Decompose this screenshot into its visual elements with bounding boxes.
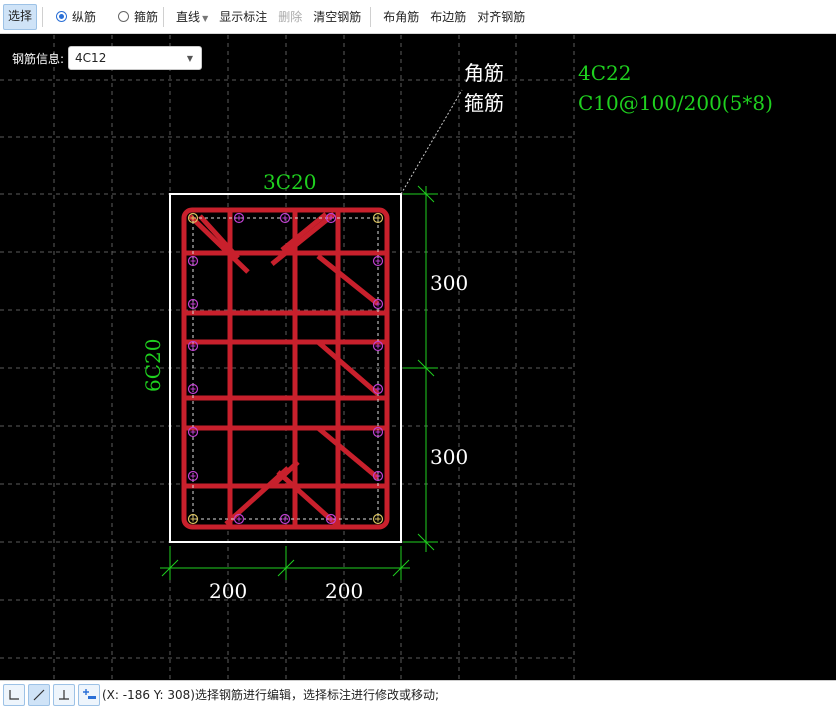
edge-rebar-marker-cross [190, 258, 196, 264]
orthogonal-mode-icon[interactable] [3, 683, 25, 706]
show-dimensions-button[interactable]: 显示标注 [215, 5, 271, 29]
status-bar: (X: -186 Y: 308)选择钢筋进行编辑，选择标注进行修改或移动; [0, 680, 836, 708]
rebar-info: 钢筋信息: 4C12 ▼ [12, 46, 203, 70]
chevron-down-icon: ▼ [202, 13, 209, 23]
line-dropdown[interactable]: 直线 ▼ [172, 5, 212, 29]
legend-corner-label[interactable]: 角筋 [464, 61, 504, 85]
edge-rebar-marker-cross [190, 301, 196, 307]
toolbar-separator [42, 6, 44, 27]
stirrup-radio[interactable]: 箍筋 [118, 5, 158, 29]
legend-stirrup-label[interactable]: 箍筋 [464, 91, 504, 115]
diagonal-line-icon[interactable] [28, 683, 50, 706]
stirrup-hook [280, 212, 328, 252]
line-dropdown-label: 直线 [176, 9, 201, 24]
side-rebar-label[interactable]: 6C20 [141, 339, 165, 392]
legend-stirrup-value[interactable]: C10@100/200(5*8) [578, 91, 773, 115]
corner-rebar-marker-cross [375, 215, 381, 221]
legend-corner-value[interactable]: 4C22 [578, 61, 631, 85]
corner-rebar-button[interactable]: 布角筋 [379, 5, 423, 29]
select-button[interactable]: 选择 [3, 3, 38, 30]
stirrup-group[interactable] [181, 207, 390, 530]
edge-rebar-button[interactable]: 布边筋 [426, 5, 470, 29]
dim-bottom-left[interactable]: 200 [209, 579, 247, 603]
status-text: (X: -186 Y: 308)选择钢筋进行编辑，选择标注进行修改或移动; [102, 688, 440, 702]
radio-unselected-icon [118, 11, 130, 22]
stirrup-hook [316, 426, 380, 480]
drawing-canvas[interactable]: 角筋 4C22 箍筋 C10@100/200(5*8) 3C20 6C20 30… [0, 35, 836, 680]
edge-rebar-marker-cross [375, 258, 381, 264]
toolbar-separator [163, 6, 165, 27]
toolbar-separator [370, 6, 372, 27]
rebar-info-value: 4C12 [75, 51, 107, 65]
edge-rebar-marker-cross [282, 516, 288, 522]
edge-rebar-marker-cross [236, 516, 242, 522]
dim-bottom-right[interactable]: 200 [325, 579, 363, 603]
dim-right-upper[interactable]: 300 [430, 271, 468, 295]
rebar-info-select[interactable]: 4C12 ▼ [68, 46, 203, 70]
stirrup-hook [316, 254, 380, 306]
dim-right-lower[interactable]: 300 [430, 445, 468, 469]
clear-rebar-button[interactable]: 清空钢筋 [309, 5, 365, 29]
corner-rebar-marker-cross [375, 516, 381, 522]
edge-rebar-marker-cross [190, 473, 196, 479]
chevron-down-icon: ▼ [186, 53, 194, 63]
leader-line [400, 89, 463, 195]
top-rebar-label[interactable]: 3C20 [263, 170, 316, 194]
stirrup-radio-label: 箍筋 [134, 10, 159, 24]
toolbar: 选择 纵筋 箍筋 直线 ▼ 显示标注 删除 清空钢筋 布角筋 布边筋 对齐钢筋 [0, 0, 836, 34]
edge-rebar-marker-cross [190, 386, 196, 392]
edge-rebar-marker-cross [282, 215, 288, 221]
radio-selected-icon [56, 11, 68, 22]
add-minus-icon[interactable] [78, 683, 100, 706]
edge-rebar-marker-cross [236, 215, 242, 221]
align-rebar-button[interactable]: 对齐钢筋 [473, 5, 529, 29]
delete-button[interactable]: 删除 [274, 5, 306, 29]
perpendicular-icon[interactable] [53, 683, 75, 706]
stirrup-hook [188, 214, 250, 274]
rebar-info-label: 钢筋信息: [12, 51, 65, 66]
background-grid [0, 35, 575, 680]
longitudinal-radio[interactable]: 纵筋 [56, 5, 96, 29]
longitudinal-radio-label: 纵筋 [72, 10, 97, 24]
corner-rebar-marker-cross [190, 516, 196, 522]
